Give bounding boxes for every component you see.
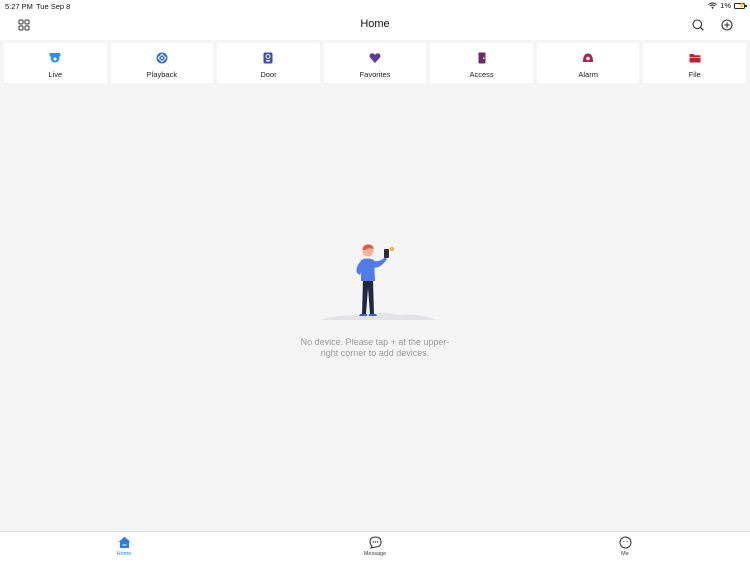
empty-state: No device. Please tap + at the upper- ri…: [0, 86, 750, 532]
quick-item-live[interactable]: Live: [4, 43, 107, 83]
page-title: Home: [360, 18, 390, 30]
quick-item-playback[interactable]: Playback: [110, 43, 214, 83]
quick-item-label: Favorites: [359, 70, 391, 79]
message-icon: [368, 536, 382, 549]
quick-item-favorites[interactable]: Favorites: [323, 43, 427, 83]
folder-icon: [689, 54, 701, 63]
quick-item-label: Door: [260, 70, 277, 79]
quick-item-label: Live: [48, 70, 63, 79]
empty-state-line-2: right corner to add devices.: [320, 348, 430, 358]
alarm-icon: [583, 53, 594, 62]
status-bar: 5:27 PM Tue Sep 8 1% ⚡: [0, 0, 750, 12]
quick-item-door[interactable]: Door: [217, 43, 320, 83]
quick-item-file[interactable]: File: [643, 43, 747, 83]
bottom-tab-bar: Home Message Me: [0, 531, 750, 562]
home-icon: [118, 536, 130, 548]
face-icon: [619, 536, 631, 549]
door-phone-icon: [263, 52, 273, 64]
tab-home[interactable]: Home: [94, 536, 154, 557]
battery-icon: ⚡: [734, 2, 747, 9]
quick-item-label: File: [688, 70, 701, 79]
heart-icon: [369, 53, 381, 63]
quick-item-label: Alarm: [578, 70, 598, 79]
camera-icon: [49, 53, 61, 63]
quick-access-bar: Live Playback Door Favorites Access Alar…: [0, 40, 750, 86]
quick-item-alarm[interactable]: Alarm: [536, 43, 640, 83]
wifi-icon: [708, 2, 717, 9]
access-door-icon: [478, 52, 486, 64]
quick-item-label: Playback: [146, 70, 178, 79]
empty-state-line-1: No device. Please tap + at the upper-: [300, 337, 450, 347]
top-nav-bar: Home: [0, 12, 750, 40]
tab-me[interactable]: Me: [595, 536, 655, 557]
quick-item-label: Access: [469, 70, 494, 79]
tab-home-label: Home: [116, 551, 132, 557]
add-device-icon[interactable]: [720, 18, 734, 32]
status-time: 5:27 PM: [5, 2, 33, 11]
battery-percent: 1%: [720, 1, 731, 10]
search-icon[interactable]: [691, 18, 705, 32]
tab-me-label: Me: [621, 551, 629, 557]
playback-icon: [156, 52, 168, 64]
tab-message-label: Message: [363, 551, 387, 557]
status-date: Tue Sep 8: [36, 2, 71, 11]
empty-state-message: No device. Please tap + at the upper- ri…: [290, 337, 460, 359]
tab-message[interactable]: Message: [345, 536, 405, 557]
quick-item-access[interactable]: Access: [430, 43, 533, 83]
empty-state-illustration: [320, 244, 436, 320]
status-right: 1% ⚡: [708, 1, 747, 10]
